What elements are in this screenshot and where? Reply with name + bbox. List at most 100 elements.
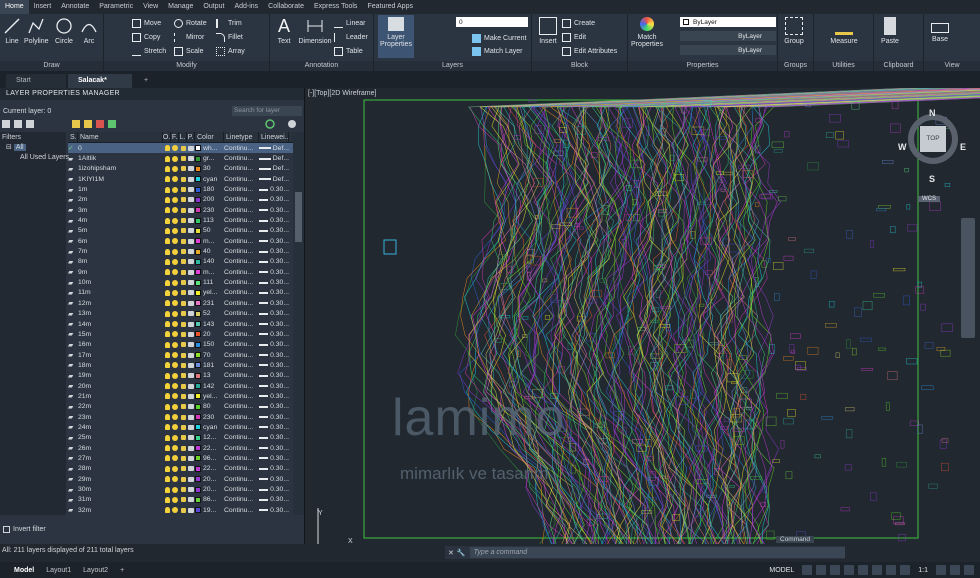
layer-linetype[interactable]: Continu... xyxy=(224,279,259,286)
base-button[interactable]: Base xyxy=(928,17,952,43)
layer-lineweight[interactable]: 0.30... xyxy=(259,352,289,359)
layer-freeze-icon[interactable] xyxy=(171,341,179,348)
layer-plot-icon[interactable] xyxy=(187,311,195,317)
layer-status-icon[interactable]: ▰ xyxy=(68,361,78,369)
current-layer-dropdown[interactable]: 0 xyxy=(456,17,528,27)
stretch-tool[interactable]: Stretch xyxy=(132,45,166,57)
dimension-tool[interactable]: Dimension xyxy=(298,17,332,45)
compass-south[interactable]: S xyxy=(929,174,935,184)
layer-plot-icon[interactable] xyxy=(187,393,195,399)
layer-name[interactable]: 27m xyxy=(78,455,163,462)
layer-plot-icon[interactable] xyxy=(187,238,195,244)
layer-freeze-icon[interactable] xyxy=(171,258,179,265)
layer-lineweight[interactable]: 0.30... xyxy=(259,258,289,265)
match-layer-button[interactable]: Match Layer xyxy=(472,45,523,57)
layer-row[interactable]: ▰ 10m 111 Continu... 0.30... xyxy=(68,277,304,287)
layer-color[interactable]: 52 xyxy=(195,310,224,317)
layer-freeze-icon[interactable] xyxy=(171,434,179,441)
layer-row[interactable]: ▰ 31m 86... Continu... 0.30... xyxy=(68,495,304,505)
draw-panel-title[interactable]: Draw xyxy=(0,61,103,71)
menu-collaborate[interactable]: Collaborate xyxy=(263,0,309,14)
layer-lock-icon[interactable] xyxy=(179,197,187,203)
layer-on-icon[interactable] xyxy=(163,258,171,265)
layer-name[interactable]: 6m xyxy=(78,238,163,245)
layer-status-icon[interactable]: ▰ xyxy=(68,227,78,235)
col-name[interactable]: Name xyxy=(78,132,163,142)
layer-lineweight[interactable]: 0.30... xyxy=(259,186,289,193)
layer-on-icon[interactable] xyxy=(163,445,171,452)
layer-on-icon[interactable] xyxy=(163,465,171,472)
line-tool[interactable]: Line xyxy=(0,17,24,45)
layer-name[interactable]: 4m xyxy=(78,217,163,224)
layer-plot-icon[interactable] xyxy=(187,228,195,234)
polar-icon[interactable] xyxy=(844,565,855,575)
col-plot[interactable]: P.. xyxy=(187,132,195,142)
layer-row[interactable]: ▰ 22m 80 Continu... 0.30... xyxy=(68,402,304,412)
layer-freeze-icon[interactable] xyxy=(171,414,179,421)
layer-freeze-icon[interactable] xyxy=(171,352,179,359)
layer-linetype[interactable]: Continu... xyxy=(224,403,259,410)
layer-name[interactable]: 2m xyxy=(78,196,163,203)
col-lineweight[interactable]: Linewei... xyxy=(259,132,289,142)
match-properties-button[interactable]: Match Properties xyxy=(630,17,664,48)
layer-status-icon[interactable]: ▰ xyxy=(68,217,78,225)
layer-color[interactable]: 140 xyxy=(195,258,224,265)
grid-icon[interactable] xyxy=(802,565,813,575)
layer-freeze-icon[interactable] xyxy=(171,372,179,379)
layer-status-icon[interactable]: ▰ xyxy=(68,330,78,338)
layer-on-icon[interactable] xyxy=(163,403,171,410)
insert-button[interactable]: Insert xyxy=(536,17,560,45)
copy-tool[interactable]: Copy xyxy=(132,31,160,43)
layer-on-icon[interactable] xyxy=(163,496,171,503)
layer-row[interactable]: ▰ 28m 22... Continu... 0.30... xyxy=(68,464,304,474)
layer-name[interactable]: 3m xyxy=(78,207,163,214)
layer-plot-icon[interactable] xyxy=(187,145,195,151)
layer-lock-icon[interactable] xyxy=(179,331,187,337)
layer-lineweight[interactable]: 0.30... xyxy=(259,279,289,286)
layer-freeze-icon[interactable] xyxy=(171,279,179,286)
layer-plot-icon[interactable] xyxy=(187,487,195,493)
layer-lineweight[interactable]: 0.30... xyxy=(259,372,289,379)
layer-status-icon[interactable]: ▰ xyxy=(68,372,78,380)
viewcube[interactable]: TOP N S E W WCS xyxy=(898,108,966,202)
measure-button[interactable]: Measure xyxy=(826,17,862,45)
layer-lock-icon[interactable] xyxy=(179,404,187,410)
layer-plot-icon[interactable] xyxy=(187,383,195,389)
layer-lock-icon[interactable] xyxy=(179,249,187,255)
layer-freeze-icon[interactable] xyxy=(171,496,179,503)
tab-layout1[interactable]: Layout1 xyxy=(40,567,77,574)
layer-plot-icon[interactable] xyxy=(187,466,195,472)
layer-linetype[interactable]: Continu... xyxy=(224,238,259,245)
edit-block-button[interactable]: Edit xyxy=(562,31,586,43)
layer-lineweight[interactable]: Def... xyxy=(259,165,289,172)
col-on[interactable]: O.. xyxy=(163,132,171,142)
layer-lock-icon[interactable] xyxy=(179,362,187,368)
layer-lineweight[interactable]: 0.30... xyxy=(259,300,289,307)
viewcube-top-face[interactable]: TOP xyxy=(920,126,946,152)
layer-linetype[interactable]: Continu... xyxy=(224,248,259,255)
layer-plot-icon[interactable] xyxy=(187,269,195,275)
lineweight-dropdown[interactable]: ByLayer xyxy=(680,45,776,55)
layer-on-icon[interactable] xyxy=(163,372,171,379)
layer-on-icon[interactable] xyxy=(163,414,171,421)
layer-lineweight[interactable]: 0.30... xyxy=(259,217,289,224)
layer-name[interactable]: 21m xyxy=(78,393,163,400)
otrack-icon[interactable] xyxy=(872,565,883,575)
layer-on-icon[interactable] xyxy=(163,424,171,431)
layer-lineweight[interactable]: 0.30... xyxy=(259,238,289,245)
layer-on-icon[interactable] xyxy=(163,155,171,162)
layer-row[interactable]: ▰ 9m m... Continu... 0.30... xyxy=(68,267,304,277)
layer-linetype[interactable]: Continu... xyxy=(224,383,259,390)
layer-freeze-icon[interactable] xyxy=(171,362,179,369)
ortho-icon[interactable] xyxy=(830,565,841,575)
layer-row[interactable]: ▰ 1KIYI1M cyan Continu... Def... xyxy=(68,174,304,184)
layer-lineweight[interactable]: 0.30... xyxy=(259,362,289,369)
layer-color[interactable]: 86... xyxy=(195,496,224,503)
lineweight-icon[interactable] xyxy=(886,565,897,575)
layer-row[interactable]: ✓ 0 wh... Continu... Def... xyxy=(68,143,304,154)
layer-freeze-icon[interactable] xyxy=(171,186,179,193)
col-linetype[interactable]: Linetype xyxy=(224,132,259,142)
layer-lock-icon[interactable] xyxy=(179,311,187,317)
layer-color[interactable]: 19... xyxy=(195,507,224,514)
layer-row[interactable]: ▰ 20m 142 Continu... 0.30... xyxy=(68,381,304,391)
